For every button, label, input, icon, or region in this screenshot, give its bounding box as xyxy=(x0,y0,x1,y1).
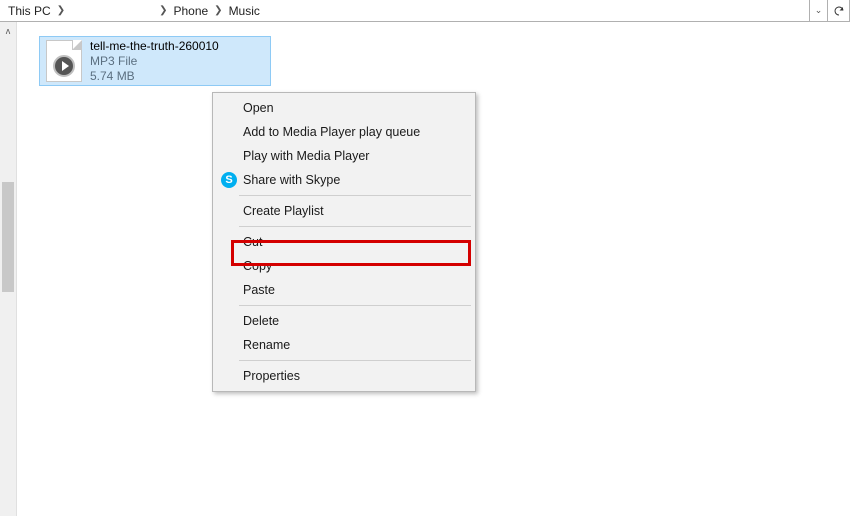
breadcrumb-root[interactable]: This PC xyxy=(4,0,55,21)
breadcrumb-phone[interactable]: Phone xyxy=(169,0,212,21)
menu-label: Copy xyxy=(243,259,272,273)
menu-copy[interactable]: Copy xyxy=(215,254,473,278)
menu-separator xyxy=(239,305,471,306)
breadcrumb-device[interactable] xyxy=(67,0,157,21)
menu-label: Paste xyxy=(243,283,275,297)
menu-create-playlist[interactable]: Create Playlist xyxy=(215,199,473,223)
menu-label: Open xyxy=(243,101,274,115)
play-overlay-icon xyxy=(53,55,75,77)
breadcrumb-music[interactable]: Music xyxy=(225,0,264,21)
menu-separator xyxy=(239,195,471,196)
breadcrumb[interactable]: This PC ❯ ❯ Phone ❯ Music xyxy=(0,0,809,21)
file-item-selected[interactable]: tell-me-the-truth-260010 MP3 File 5.74 M… xyxy=(39,36,271,86)
menu-delete[interactable]: Delete xyxy=(215,309,473,333)
chevron-right-icon: ❯ xyxy=(212,5,224,16)
file-list-pane[interactable]: tell-me-the-truth-260010 MP3 File 5.74 M… xyxy=(17,22,850,516)
address-history-dropdown[interactable]: ⌄ xyxy=(809,0,827,21)
menu-label: Add to Media Player play queue xyxy=(243,125,420,139)
menu-label: Rename xyxy=(243,338,290,352)
menu-label: Properties xyxy=(243,369,300,383)
menu-separator xyxy=(239,226,471,227)
skype-icon: S xyxy=(220,171,238,189)
refresh-button[interactable] xyxy=(827,0,849,21)
menu-properties[interactable]: Properties xyxy=(215,364,473,388)
menu-rename[interactable]: Rename xyxy=(215,333,473,357)
vertical-scrollbar[interactable]: ʌ xyxy=(0,22,17,516)
scroll-up-button[interactable]: ʌ xyxy=(0,22,16,39)
menu-paste[interactable]: Paste xyxy=(215,278,473,302)
scroll-thumb[interactable] xyxy=(2,182,14,292)
mp3-file-icon xyxy=(46,40,82,82)
menu-share-with-skype[interactable]: S Share with Skype xyxy=(215,168,473,192)
menu-cut[interactable]: Cut xyxy=(215,230,473,254)
menu-label: Play with Media Player xyxy=(243,149,369,163)
refresh-icon xyxy=(833,5,845,17)
chevron-right-icon: ❯ xyxy=(55,5,67,16)
menu-play-with-media-player[interactable]: Play with Media Player xyxy=(215,144,473,168)
menu-label: Delete xyxy=(243,314,279,328)
menu-separator xyxy=(239,360,471,361)
menu-label: Create Playlist xyxy=(243,204,324,218)
file-name: tell-me-the-truth-260010 xyxy=(90,39,219,54)
file-metadata: tell-me-the-truth-260010 MP3 File 5.74 M… xyxy=(90,39,219,84)
address-bar[interactable]: This PC ❯ ❯ Phone ❯ Music ⌄ xyxy=(0,0,850,22)
file-size: 5.74 MB xyxy=(90,69,219,84)
menu-open[interactable]: Open xyxy=(215,96,473,120)
menu-add-to-play-queue[interactable]: Add to Media Player play queue xyxy=(215,120,473,144)
chevron-right-icon: ❯ xyxy=(157,5,169,16)
menu-label: Share with Skype xyxy=(243,173,340,187)
context-menu[interactable]: Open Add to Media Player play queue Play… xyxy=(212,92,476,392)
menu-label: Cut xyxy=(243,235,262,249)
file-type: MP3 File xyxy=(90,54,219,69)
